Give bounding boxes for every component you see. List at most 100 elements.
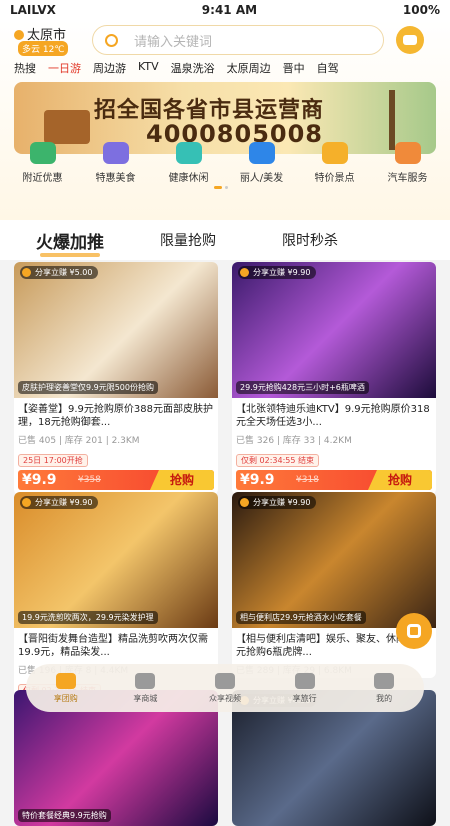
product-image: 分享立赚 ¥9.90 相与便利店29.9元抢酒水小吃套餐	[232, 492, 436, 628]
product-image: 分享立赚 ¥9.90 29.9元抢购428元三小时+6瓶啤酒	[232, 262, 436, 398]
countdown-tag: 25日 17:00开抢	[18, 454, 88, 467]
image-caption: 特价套餐经典9.9元抢购	[18, 809, 111, 822]
nav-label: 我的	[376, 693, 393, 703]
product-title: 【北张领特迪乐迪KTV】9.9元抢购原价318元全天场任选3小...	[236, 404, 430, 428]
palm-illustration	[389, 90, 395, 150]
product-image: 分享立赚 ¥9.90 19.9元洗剪吹两次，29.9元染发护理	[14, 492, 218, 628]
carrier-label: LAILVX	[10, 3, 56, 17]
location-icon	[14, 30, 24, 40]
weather-badge: 多云 12℃	[18, 41, 69, 56]
original-price: ¥358	[78, 475, 101, 485]
message-button[interactable]	[396, 26, 424, 54]
category-item[interactable]: 特惠美食	[81, 142, 151, 184]
category-icon	[102, 142, 129, 164]
hot-search-item[interactable]: 周边游	[93, 60, 126, 76]
product-image: 分享立赚 ¥5.00 皮肤护理姿善堂仅9.9元限500份抢购	[14, 262, 218, 398]
video-icon	[214, 672, 235, 689]
indicator-dot	[225, 186, 228, 189]
hot-search-item[interactable]: 一日游	[48, 60, 81, 76]
product-title: 【姿善堂】9.9元抢购原价388元面部皮肤护理，18元抢购御套...	[18, 404, 213, 428]
share-text: 分享立赚 ¥9.90	[35, 498, 93, 507]
shop-icon	[135, 672, 156, 689]
product-card[interactable]: 分享立赚 ¥9.90 相与便利店29.9元抢酒水小吃套餐 【相与便利店清吧】娱乐、聚…	[232, 492, 436, 678]
message-icon	[403, 35, 417, 45]
category-label: 汽车服务	[387, 173, 428, 184]
category-item[interactable]: 汽车服务	[373, 142, 443, 184]
tab-hot[interactable]: 火爆加推	[36, 228, 104, 257]
sale-price: ¥9.9	[240, 472, 275, 488]
search-placeholder: 请输入关键词	[134, 34, 213, 50]
category-label: 丽人/美发	[239, 173, 284, 184]
countdown-tag: 仅剩 02:34:55 结束	[236, 454, 320, 467]
status-bar: LAILVX 9:41 AM 100%	[0, 0, 450, 20]
buy-button[interactable]: 抢购	[368, 470, 432, 490]
search-icon	[105, 33, 118, 47]
hot-search-item[interactable]: 太原周边	[227, 60, 271, 76]
category-item[interactable]: 附近优惠	[8, 142, 78, 184]
share-text: 分享立赚 ¥9.90	[253, 498, 311, 507]
hot-search-bar: 热搜 一日游 周边游 KTV 温泉洗浴 太原周边 晋中 自驾	[14, 60, 339, 76]
category-icon	[321, 142, 348, 164]
nav-profile[interactable]: 我的	[354, 672, 414, 704]
bottom-nav: 享团购 享商城 众享视频 享旅行 我的	[26, 664, 424, 712]
sale-price: ¥9.9	[22, 472, 57, 488]
share-text: 分享立赚 ¥5.00	[35, 268, 93, 277]
coin-icon	[240, 268, 249, 277]
page-indicator	[214, 186, 228, 189]
product-card[interactable]: 分享立赚 ¥9.90 29.9元抢购428元三小时+6瓶啤酒【北张领特迪乐迪KTV…	[232, 262, 436, 495]
hut-illustration	[44, 110, 90, 144]
category-row: 附近优惠 特惠美食 健康休闲 丽人/美发 特价景点 汽车服务	[0, 142, 450, 184]
category-icon	[248, 142, 275, 164]
product-stats: 已售 405 | 库存 201 | 2.3KM	[18, 436, 140, 446]
category-icon	[175, 142, 202, 164]
category-item[interactable]: 健康休闲	[154, 142, 224, 184]
buy-bar[interactable]: ¥9.9 ¥318 抢购	[236, 470, 432, 490]
category-icon	[394, 142, 421, 164]
product-stats: 已售 326 | 库存 33 | 4.2KM	[236, 436, 352, 446]
header-area: 太原市 多云 12℃ 请输入关键词 热搜 一日游 周边游 KTV 温泉洗浴 太原周边 晋中自…	[0, 20, 450, 220]
category-item[interactable]: 特价景点	[300, 142, 370, 184]
buy-bar[interactable]: ¥9.9 ¥358 抢购	[18, 470, 214, 490]
nav-label: 享商城	[133, 693, 158, 703]
share-badge[interactable]: 分享立赚 ¥9.90	[238, 266, 317, 279]
share-badge[interactable]: 分享立赚 ¥9.90	[238, 496, 317, 509]
nav-group-buy[interactable]: 享团购	[36, 672, 96, 704]
share-text: 分享立赚 ¥9.90	[253, 268, 311, 277]
hot-search-item[interactable]: 温泉洗浴	[171, 60, 215, 76]
battery-label: 100%	[402, 3, 440, 17]
coin-icon	[22, 268, 31, 277]
clock: 9:41 AM	[201, 3, 258, 17]
hot-search-item[interactable]: 自驾	[317, 60, 339, 76]
original-price: ¥318	[296, 475, 319, 485]
nav-video[interactable]: 众享视频	[195, 672, 255, 704]
category-label: 特价景点	[314, 173, 355, 184]
search-input[interactable]: 请输入关键词	[92, 25, 384, 55]
nav-travel[interactable]: 享旅行	[275, 672, 335, 704]
image-caption: 19.9元洗剪吹两次，29.9元染发护理	[18, 611, 158, 624]
nav-label: 众享视频	[208, 693, 241, 703]
tab-limited[interactable]: 限量抢购	[160, 230, 216, 250]
product-card[interactable]: 分享立赚 ¥5.00 皮肤护理姿善堂仅9.9元限500份抢购【姿善堂】9.9元抢购…	[14, 262, 218, 495]
category-item[interactable]: 丽人/美发	[227, 142, 297, 184]
image-caption: 29.9元抢购428元三小时+6瓶啤酒	[236, 381, 369, 394]
indicator-dot-active	[214, 186, 222, 189]
tab-flash-sale[interactable]: 限时秒杀	[282, 230, 338, 250]
section-tabs: 火爆加推 限量抢购 限时秒杀	[0, 220, 450, 260]
coin-icon	[240, 498, 249, 507]
floating-menu-button[interactable]	[396, 613, 432, 649]
category-icon	[29, 142, 56, 164]
category-label: 附近优惠	[22, 173, 63, 184]
category-label: 健康休闲	[168, 173, 209, 184]
category-label: 特惠美食	[95, 173, 136, 184]
coin-icon	[22, 498, 31, 507]
hot-search-item[interactable]: 晋中	[283, 60, 305, 76]
palm-tree-icon	[294, 672, 315, 689]
share-badge[interactable]: 分享立赚 ¥5.00	[20, 266, 99, 279]
grid-icon	[407, 624, 421, 638]
share-badge[interactable]: 分享立赚 ¥9.90	[20, 496, 99, 509]
nav-label: 享团购	[53, 693, 78, 703]
nav-mall[interactable]: 享商城	[115, 672, 175, 704]
buy-button[interactable]: 抢购	[150, 470, 214, 490]
hot-search-item[interactable]: KTV	[138, 60, 159, 76]
hot-search-label: 热搜	[14, 62, 36, 75]
